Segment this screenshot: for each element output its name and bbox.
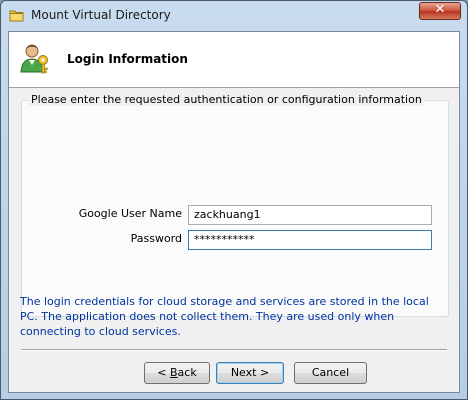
close-button[interactable]: ✕ — [419, 2, 461, 20]
user-key-icon — [20, 44, 48, 74]
group-legend: Please enter the requested authenticatio… — [29, 93, 424, 106]
credentials-group: Please enter the requested authenticatio… — [21, 93, 449, 317]
username-label: Google User Name — [78, 207, 182, 220]
credentials-note: The login credentials for cloud storage … — [20, 295, 429, 338]
title-bar[interactable]: Mount Virtual Directory ✕ — [1, 1, 467, 31]
window-title: Mount Virtual Directory — [31, 8, 171, 22]
close-icon: ✕ — [434, 2, 446, 17]
separator — [21, 349, 447, 351]
dialog-body: Login Information Please enter the reque… — [8, 31, 460, 393]
folder-icon — [9, 10, 24, 22]
next-button[interactable]: Next > — [216, 362, 284, 384]
wizard-header: Login Information — [9, 32, 459, 88]
page-title: Login Information — [67, 52, 188, 66]
back-prefix: < — [157, 366, 170, 379]
back-button[interactable]: < Back — [144, 362, 210, 384]
back-rest: ack — [177, 366, 197, 379]
dialog-window: Mount Virtual Directory ✕ Login Informat… — [0, 0, 468, 400]
back-accelerator: B — [170, 366, 178, 379]
username-field[interactable]: zackhuang1 — [188, 205, 432, 225]
password-label: Password — [130, 232, 182, 245]
cancel-button[interactable]: Cancel — [294, 362, 367, 384]
password-field[interactable]: *********** — [188, 230, 432, 250]
